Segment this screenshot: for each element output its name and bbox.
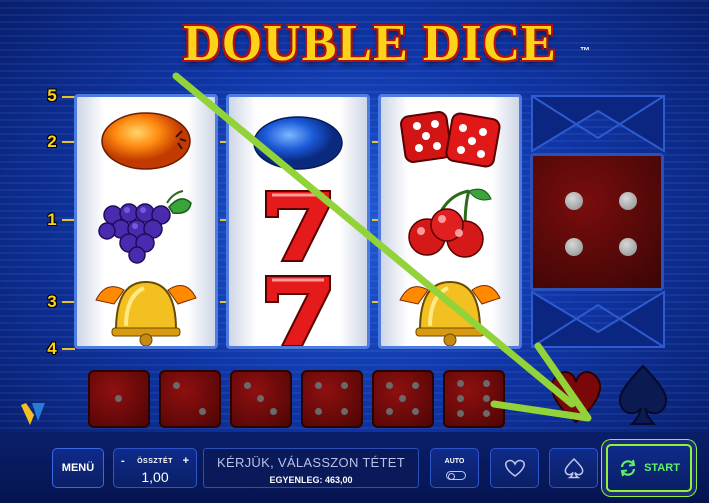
trademark-mark: ™: [580, 46, 591, 57]
bonus-die: [530, 153, 664, 291]
reel-1: [74, 94, 218, 349]
die-pip: [619, 192, 637, 210]
reel-3: [378, 94, 522, 349]
die-pip: [619, 238, 637, 256]
payline-number-4: 4: [47, 339, 57, 358]
game-title-text: DOUBLE DICE: [183, 15, 557, 72]
seven-icon: [229, 182, 367, 267]
plum-icon: [229, 97, 367, 182]
gamble-die-2[interactable]: [159, 370, 221, 428]
autoplay-toggle[interactable]: [446, 471, 466, 480]
reel-2: [226, 94, 370, 349]
die-pip: [565, 238, 583, 256]
gamble-die-3[interactable]: [230, 370, 292, 428]
heart-suit-icon[interactable]: [545, 362, 607, 428]
start-button[interactable]: START: [606, 444, 692, 492]
die-pip: [565, 192, 583, 210]
spade-gamble-button[interactable]: [549, 448, 598, 488]
dice-icon: [381, 97, 519, 182]
total-bet-value: 1,00: [141, 469, 169, 485]
orange-icon: [77, 97, 215, 182]
start-button-label: START: [644, 462, 680, 474]
payline-number-3: 3: [47, 292, 57, 311]
total-bet-control: - ÖSSZTÉT + 1,00: [113, 448, 197, 488]
bell-icon: [77, 267, 215, 346]
message-panel: KÉRJÜK, VÁLASSZON TÉTET EGYENLEG: 463,00: [203, 448, 419, 488]
seven-icon: [229, 267, 367, 346]
spin-arrows-icon: [620, 459, 636, 477]
provider-logo-icon: [21, 403, 45, 425]
grapes-icon: [77, 182, 215, 267]
gamble-die-6[interactable]: [443, 370, 505, 428]
payline-number-1: 1: [47, 210, 57, 229]
gamble-die-4[interactable]: [301, 370, 363, 428]
status-message: KÉRJÜK, VÁLASSZON TÉTET: [217, 455, 405, 470]
autoplay-label: AUTO: [444, 458, 465, 465]
spade-icon: [564, 457, 583, 479]
payline-number-5: 5: [47, 86, 57, 105]
payline-number-2: 2: [47, 132, 57, 151]
bet-increase-button[interactable]: +: [183, 455, 189, 467]
heart-icon: [504, 459, 525, 477]
gamble-die-5[interactable]: [372, 370, 434, 428]
cherries-icon: [381, 182, 519, 267]
autoplay-button[interactable]: AUTO: [430, 448, 479, 488]
heart-gamble-button[interactable]: [490, 448, 539, 488]
gamble-die-1[interactable]: [88, 370, 150, 428]
gamble-dice-row: [88, 370, 528, 428]
balance-display: EGYENLEG: 463,00: [269, 475, 353, 485]
bell-icon: [381, 267, 519, 346]
spade-suit-icon[interactable]: [612, 362, 674, 428]
game-title: DOUBLE DICE ™: [155, 14, 590, 74]
menu-button[interactable]: MENÜ: [52, 448, 104, 488]
menu-button-label: MENÜ: [61, 462, 95, 474]
